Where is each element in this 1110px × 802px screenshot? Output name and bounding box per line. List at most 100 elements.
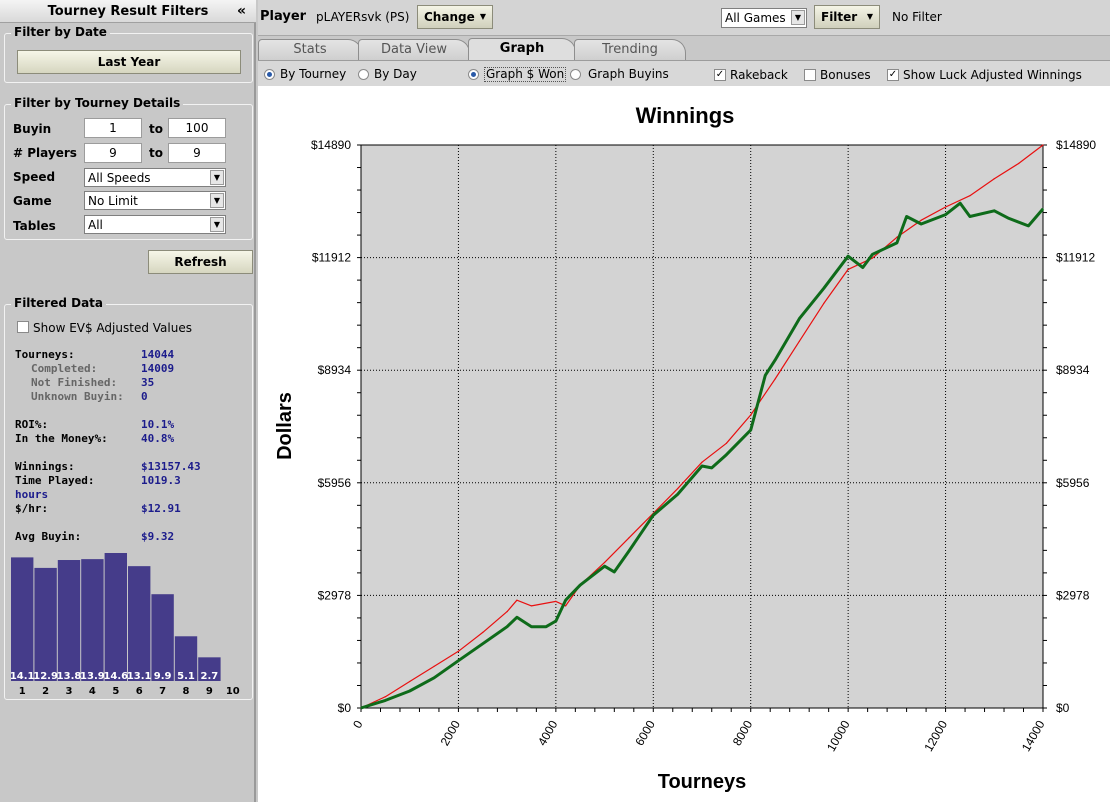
graph-won-label: Graph $ Won: [484, 67, 567, 82]
x-tick-label: 2000: [438, 718, 464, 748]
luck-adjusted-point: [565, 605, 567, 607]
luck-adjusted-point: [555, 600, 557, 602]
game-select-value: No Limit: [88, 194, 138, 208]
plot-area: [360, 144, 1044, 709]
chevron-down-icon: ▼: [210, 193, 224, 208]
refresh-button[interactable]: Refresh: [148, 250, 253, 274]
y-tick-label-left: $11912: [312, 251, 351, 265]
games-select[interactable]: All Games ▼: [721, 8, 807, 28]
finish-category-label: 5: [112, 686, 119, 697]
change-player-button[interactable]: Change ▼: [417, 5, 493, 29]
x-tick-label: 12000: [921, 718, 950, 754]
filter-button[interactable]: Filter ▼: [814, 5, 880, 29]
players-to-label: to: [149, 146, 163, 160]
luck-adjusted-point: [530, 605, 533, 607]
by-day-radio[interactable]: [358, 69, 369, 80]
ev-adjusted-checkbox[interactable]: [17, 321, 29, 333]
tab-trending[interactable]: Trending: [574, 39, 686, 60]
luck-adjusted-point: [701, 461, 703, 463]
checkmark-icon: ✓: [888, 69, 898, 80]
y-tick-label-left: $8934: [318, 363, 352, 377]
luck-adjusted-point: [871, 257, 874, 259]
finish-category-label: 4: [89, 686, 96, 697]
winnings-chart: $0 $0 $2978 $2978 $5956 $5956 $8934 $8934 $11912…: [274, 103, 1096, 793]
winnings-point: [944, 213, 947, 216]
stat-value: $12.91: [141, 502, 181, 515]
winnings-point: [1027, 225, 1029, 227]
y-tick-label-right: $8934: [1056, 363, 1090, 377]
luck-adjusted-checkbox[interactable]: ✓: [887, 69, 899, 81]
tables-label: Tables: [13, 219, 56, 233]
winnings-point: [384, 699, 386, 702]
winnings-point: [409, 690, 411, 692]
winnings-point: [920, 223, 922, 225]
players-from-input[interactable]: 9: [84, 143, 142, 163]
tourney-details-legend: Filter by Tourney Details: [11, 96, 184, 110]
luck-adjusted-point: [847, 268, 849, 270]
collapse-panel-icon[interactable]: «: [237, 0, 246, 22]
buyin-label: Buyin: [13, 122, 52, 136]
filtered-data-group: Filtered Data Show EV$ Adjusted Values T…: [4, 296, 253, 700]
speed-label: Speed: [13, 170, 56, 184]
by-tourney-radio[interactable]: [264, 69, 275, 80]
luck-adjusted-point: [823, 302, 825, 305]
bonuses-checkbox[interactable]: [804, 69, 816, 81]
x-tick-label: 10000: [824, 718, 853, 754]
stat-value: 14009: [141, 362, 175, 375]
graph-buyins-label: Graph Buyins: [588, 67, 669, 81]
luck-adjusted-point: [1042, 144, 1044, 146]
filtered-data-legend: Filtered Data: [11, 296, 107, 310]
x-tick-label: 4000: [535, 718, 561, 748]
winnings-point: [628, 550, 630, 552]
game-select[interactable]: No Limit ▼: [84, 191, 226, 210]
winnings-point: [798, 317, 801, 320]
tab-graph[interactable]: Graph: [468, 38, 576, 60]
winnings-point: [360, 707, 362, 709]
finish-bar-label: 5.1: [177, 671, 195, 682]
winnings-point: [750, 429, 752, 431]
finish-bar-label: 13.9: [80, 671, 105, 682]
tab-stats[interactable]: Stats: [258, 39, 362, 60]
winnings-point: [711, 467, 713, 469]
buyin-to-input[interactable]: 100: [168, 118, 226, 138]
stat-value: $13157.43: [141, 460, 201, 473]
winnings-point: [565, 599, 567, 601]
luck-adjusted-point: [798, 340, 801, 342]
y-tick-label-right: $14890: [1056, 138, 1096, 152]
graph-won-radio[interactable]: [468, 69, 479, 80]
y-axis-label: Dollars: [274, 392, 296, 460]
players-label: # Players: [13, 146, 77, 160]
finish-bar: [81, 559, 104, 681]
finish-bar-label: 9.9: [154, 671, 172, 682]
bonuses-label: Bonuses: [820, 68, 871, 82]
y-tick-label-left: $14890: [311, 138, 351, 152]
speed-select-value: All Speeds: [88, 171, 151, 185]
games-select-value: All Games: [725, 11, 786, 25]
last-year-button[interactable]: Last Year: [17, 50, 241, 74]
finish-bar: [128, 566, 151, 681]
filter-label: Filter: [821, 10, 858, 24]
ev-adjusted-label: Show EV$ Adjusted Values: [33, 321, 192, 335]
y-tick-label-right: $11912: [1056, 251, 1095, 265]
stat-value: 35: [141, 376, 155, 389]
luck-adjusted-point: [944, 206, 947, 208]
rakeback-checkbox[interactable]: ✓: [714, 69, 726, 81]
y-tick-label-left: $5956: [318, 476, 352, 490]
speed-select[interactable]: All Speeds ▼: [84, 168, 226, 187]
stat-label: Completed:: [31, 362, 98, 375]
winnings-point: [906, 215, 908, 218]
luck-adjusted-point: [774, 378, 776, 380]
luck-adjusted-point: [409, 680, 411, 683]
stat-label: Winnings:: [15, 460, 75, 473]
winnings-point: [677, 493, 679, 495]
buyin-from-input[interactable]: 1: [84, 118, 142, 138]
y-tick-label-right: $2978: [1056, 588, 1090, 602]
tables-select[interactable]: All ▼: [84, 215, 226, 234]
rakeback-label: Rakeback: [730, 68, 788, 82]
finish-category-label: 7: [159, 686, 166, 697]
stat-label: Tourneys:: [15, 348, 75, 361]
graph-buyins-radio[interactable]: [570, 69, 581, 80]
tab-data-view[interactable]: Data View: [358, 39, 470, 60]
players-to-input[interactable]: 9: [168, 143, 226, 163]
chart-title: Winnings: [636, 103, 735, 128]
